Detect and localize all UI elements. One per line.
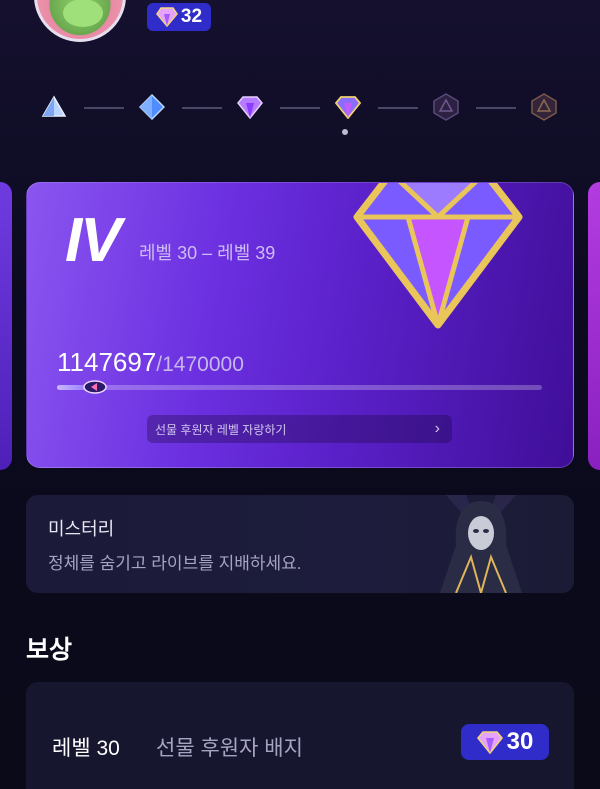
level-range: 레벨 30 – 레벨 39 — [139, 243, 276, 263]
reward-cost-badge: 30 — [461, 724, 549, 760]
previous-level-card[interactable] — [0, 182, 12, 470]
level-node-6[interactable] — [529, 92, 559, 122]
progress-current: 1147697 — [57, 347, 157, 377]
big-diamond-icon — [353, 183, 523, 329]
rewards-section-title: 보상 — [26, 636, 73, 664]
reward-level: 레벨 30 — [52, 737, 120, 760]
tier-label: IV — [65, 206, 122, 275]
level-node-1[interactable] — [39, 92, 69, 122]
progress-total: /1470000 — [156, 353, 244, 376]
violet-diamond-icon — [335, 96, 361, 119]
gem-icon — [476, 731, 503, 754]
mystery-description: 정체를 숨기고 라이브를 지배하세요. — [48, 554, 302, 573]
locked-orange-crystal-icon — [531, 93, 557, 121]
reward-name: 선물 후원자 배지 — [156, 737, 303, 760]
reward-cost: 30 — [506, 728, 534, 755]
reward-item[interactable]: 레벨 30 선물 후원자 배지 30 — [26, 682, 574, 789]
chevron-right-icon: › — [434, 420, 440, 437]
masked-hooded-figure-icon — [440, 495, 522, 593]
progress-text: 1147697/1470000 — [57, 347, 244, 378]
rocket-icon — [83, 380, 107, 394]
next-level-card[interactable] — [588, 182, 600, 470]
avatar-character — [63, 0, 103, 27]
blue-diamond-icon — [139, 94, 165, 120]
mystery-card[interactable]: 미스터리 정체를 숨기고 라이브를 지배하세요. — [26, 495, 574, 593]
mystery-title: 미스터리 — [48, 519, 115, 539]
gem-count-badge: 32 — [147, 3, 211, 31]
profile-avatar[interactable] — [34, 0, 126, 42]
purple-diamond-icon — [237, 96, 263, 119]
level-node-3[interactable] — [235, 92, 265, 122]
level-card[interactable]: IV 레벨 30 – 레벨 39 1147697/1470000 선물 후원자 … — [26, 182, 574, 468]
level-node-4[interactable] — [333, 92, 363, 122]
locked-crystal-icon — [433, 93, 459, 121]
current-level-indicator — [342, 129, 348, 135]
progress-bar — [57, 380, 542, 394]
gem-count: 32 — [180, 6, 203, 27]
gem-icon — [155, 7, 178, 27]
brag-level-button[interactable]: 선물 후원자 레벨 자랑하기 › — [147, 415, 452, 443]
brag-level-label: 선물 후원자 레벨 자랑하기 — [155, 422, 287, 437]
level-node-2[interactable] — [137, 92, 167, 122]
triangle-crystal-icon — [41, 95, 67, 117]
level-node-5[interactable] — [431, 92, 461, 122]
level-track — [38, 92, 568, 135]
